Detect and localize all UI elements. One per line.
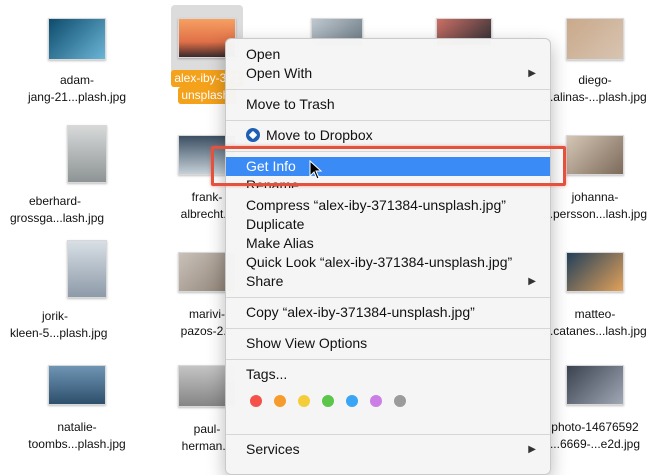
file-name: adam-jang-21...plash.jpg [27,73,127,104]
tag-color-dot[interactable] [322,395,334,407]
menu-item-move-to-dropbox[interactable]: Move to Dropbox [226,126,550,145]
file-name: photo-14676592 ...6669-...e2d.jpg [549,420,641,451]
tag-color-dot[interactable] [394,395,406,407]
menu-item-duplicate[interactable]: Duplicate [226,215,550,234]
image-thumbnail [566,135,624,175]
menu-item-open-with[interactable]: Open With ▶ [226,64,550,83]
menu-item-show-view-options[interactable]: Show View Options [226,334,550,353]
file-item[interactable]: diego- ...alinas-...plash.jpg [540,18,650,106]
mouse-pointer-icon [309,160,323,180]
menu-item-tags[interactable]: Tags... [226,365,550,384]
tag-color-dot[interactable] [274,395,286,407]
file-item[interactable]: jorik-kleen-5...plash.jpg [10,240,142,342]
file-name: eberhard-grossga...lash.jpg [10,194,105,225]
menu-separator [226,359,550,360]
menu-item-quick-look[interactable]: Quick Look “alex-iby-371384-unsplash.jpg… [226,253,550,272]
highlight-annotation-box [211,146,566,186]
menu-separator [226,297,550,298]
submenu-arrow-icon: ▶ [528,276,536,287]
file-name: diego- ...alinas-...plash.jpg [543,73,647,104]
menu-separator [226,328,550,329]
file-item[interactable]: matteo- ...catanes...lash.jpg [540,252,650,340]
image-thumbnail [48,365,106,405]
tag-color-dot[interactable] [370,395,382,407]
image-thumbnail [48,18,106,60]
file-name: matteo- ...catanes...lash.jpg [543,307,647,338]
menu-item-make-alias[interactable]: Make Alias [226,234,550,253]
menu-separator [226,434,550,435]
file-item[interactable]: eberhard-grossga...lash.jpg [10,125,142,227]
context-menu: Open Open With ▶ Move to Trash Move to D… [225,38,551,475]
submenu-arrow-icon: ▶ [528,68,536,79]
tag-color-dot[interactable] [250,395,262,407]
image-thumbnail [566,18,624,60]
file-name: jorik-kleen-5...plash.jpg [10,309,108,340]
menu-separator [226,89,550,90]
dropbox-icon [246,128,260,142]
menu-separator [226,120,550,121]
menu-item-open[interactable]: Open [226,45,550,64]
menu-item-share[interactable]: Share ▶ [226,272,550,291]
file-item[interactable]: photo-14676592 ...6669-...e2d.jpg [540,365,650,453]
file-name: natalie-toombs...plash.jpg [28,420,126,451]
image-thumbnail [566,252,624,292]
image-thumbnail [67,240,107,298]
submenu-arrow-icon: ▶ [528,444,536,455]
menu-item-compress[interactable]: Compress “alex-iby-371384-unsplash.jpg” [226,196,550,215]
image-thumbnail [67,125,107,183]
file-name: johanna- ...persson...lash.jpg [542,190,648,221]
menu-item-services[interactable]: Services ▶ [226,440,550,459]
menu-item-move-to-trash[interactable]: Move to Trash [226,95,550,114]
file-item[interactable]: adam-jang-21...plash.jpg [22,18,132,106]
file-item[interactable]: natalie-toombs...plash.jpg [22,365,132,453]
tag-color-dot[interactable] [298,395,310,407]
menu-item-copy[interactable]: Copy “alex-iby-371384-unsplash.jpg” [226,303,550,322]
tag-color-dot[interactable] [346,395,358,407]
image-thumbnail [566,365,624,405]
